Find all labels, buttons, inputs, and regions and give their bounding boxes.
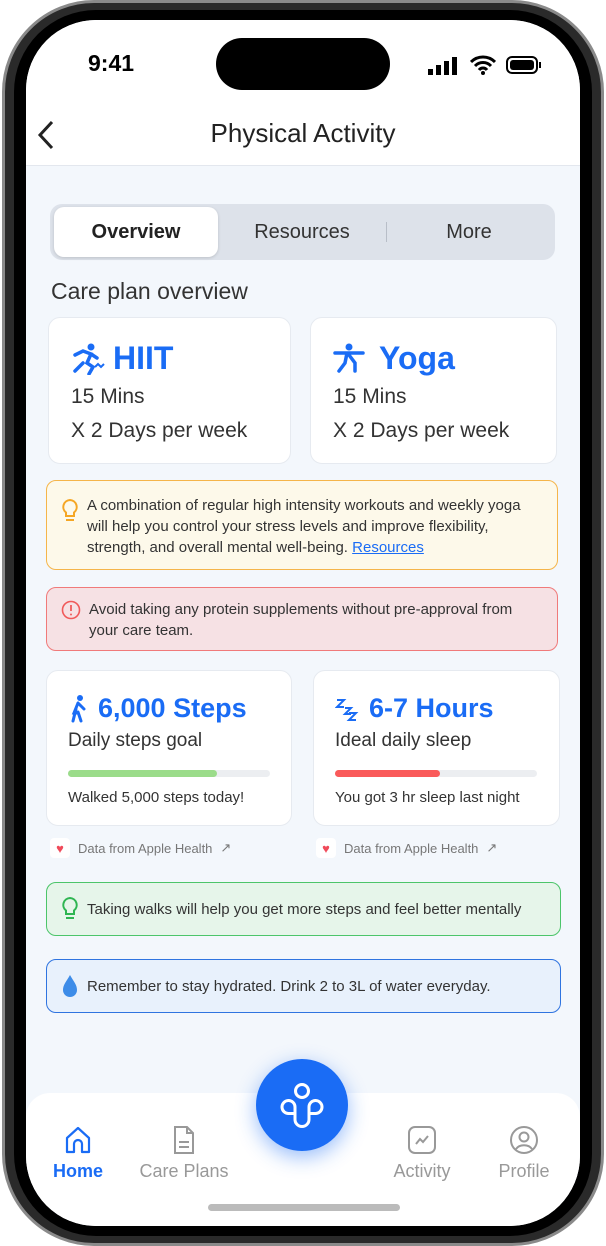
home-indicator — [208, 1204, 400, 1211]
tip-text: Avoid taking any protein supplements wit… — [89, 601, 513, 639]
stat-card-steps[interactable]: 6,000 Steps Daily steps goal Walked 5,00… — [46, 670, 292, 826]
yoga-pose-icon — [333, 343, 365, 373]
alert-circle-icon — [61, 600, 81, 620]
hiit-runner-heart-icon — [73, 343, 105, 375]
profile-icon — [510, 1126, 538, 1154]
tip-text: Remember to stay hydrated. Drink 2 to 3L… — [87, 977, 491, 995]
nav-profile[interactable]: Profile — [474, 1125, 574, 1182]
heart-icon: ♥ — [50, 838, 70, 858]
nav-care-plans[interactable]: Care Plans — [134, 1125, 234, 1182]
progress-fill — [335, 770, 441, 777]
resources-link[interactable]: Resources — [352, 539, 424, 556]
tip-red: Avoid taking any protein supplements wit… — [46, 587, 558, 651]
tab-more[interactable]: More — [386, 207, 552, 257]
nav-activity[interactable]: Activity — [372, 1125, 472, 1182]
tip-text: Taking walks will help you get more step… — [87, 900, 522, 918]
plan-name: HIIT — [113, 340, 174, 376]
stat-title: 6-7 Hours — [369, 693, 494, 723]
tab-overview[interactable]: Overview — [54, 207, 218, 257]
plan-duration: 15 Mins — [333, 385, 407, 408]
heart-icon: ♥ — [316, 838, 336, 858]
plan-frequency: X 2 Days per week — [71, 419, 248, 442]
activity-chart-icon — [408, 1126, 436, 1154]
steps-progress-bar — [68, 770, 270, 777]
section-title: Care plan overview — [51, 278, 248, 304]
tab-resources[interactable]: Resources — [220, 207, 384, 257]
lightbulb-icon — [62, 897, 78, 919]
dynamic-island — [216, 38, 390, 90]
apple-health-source[interactable]: ♥ Data from Apple Health ↗ — [316, 838, 497, 858]
tip-green: Taking walks will help you get more step… — [46, 882, 561, 936]
stat-card-sleep[interactable]: 6-7 Hours Ideal daily sleep You got 3 hr… — [313, 670, 560, 826]
lightbulb-icon — [62, 499, 78, 521]
plan-frequency: X 2 Days per week — [333, 419, 510, 442]
wifi-icon — [470, 55, 496, 75]
stat-note: Walked 5,000 steps today! — [68, 789, 245, 806]
plan-card-yoga[interactable]: Yoga 15 Mins X 2 Days per week — [310, 317, 557, 464]
water-drop-icon — [63, 975, 77, 997]
nav-home[interactable]: Home — [28, 1125, 128, 1182]
external-link-icon: ↗ — [220, 840, 232, 855]
sleep-zzz-icon — [335, 698, 359, 721]
status-time: 9:41 — [88, 50, 135, 76]
care-logo-icon — [280, 1083, 324, 1128]
page-title: Physical Activity — [210, 118, 396, 148]
stat-note: You got 3 hr sleep last night — [335, 789, 520, 806]
progress-fill — [68, 770, 218, 777]
plan-card-hiit[interactable]: HIIT 15 Mins X 2 Days per week — [48, 317, 291, 464]
external-link-icon: ↗ — [486, 840, 498, 855]
tab-bar: Overview Resources More — [50, 204, 555, 260]
tip-blue: Remember to stay hydrated. Drink 2 to 3L… — [46, 959, 561, 1013]
stat-title: 6,000 Steps — [98, 693, 247, 723]
plan-name: Yoga — [379, 340, 455, 376]
stat-subtitle: Daily steps goal — [68, 730, 203, 751]
home-icon — [65, 1126, 91, 1154]
walking-icon — [71, 694, 86, 722]
screen: 9:41 Physical Activity Overview Resource… — [26, 20, 580, 1226]
document-icon — [174, 1126, 194, 1154]
sleep-progress-bar — [335, 770, 537, 777]
tip-text: A combination of regular high intensity … — [87, 497, 521, 556]
apple-health-source[interactable]: ♥ Data from Apple Health ↗ — [50, 838, 231, 858]
tip-yellow: A combination of regular high intensity … — [46, 480, 558, 570]
center-action-button[interactable] — [256, 1059, 348, 1151]
stat-subtitle: Ideal daily sleep — [335, 730, 472, 751]
plan-duration: 15 Mins — [71, 385, 145, 408]
signal-icon — [428, 57, 457, 75]
battery-icon — [506, 56, 541, 74]
